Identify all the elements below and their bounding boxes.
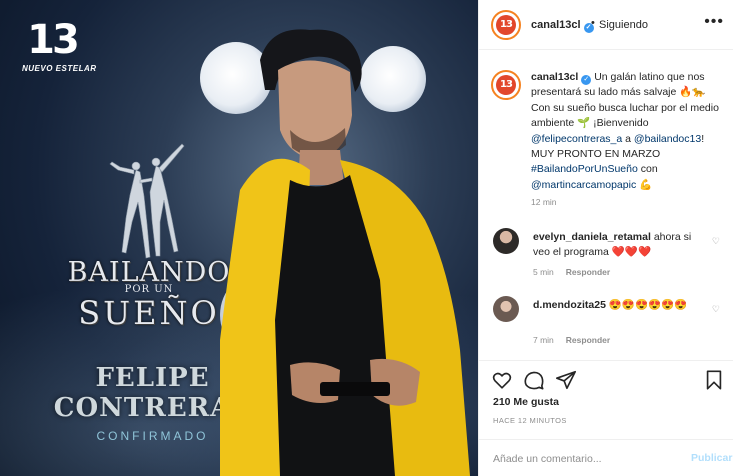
channel-logo: 13 NUEVO ESTELAR xyxy=(22,17,97,73)
comment-username[interactable]: evelyn_daniela_retamal xyxy=(533,231,651,243)
reply-button[interactable]: Responder xyxy=(566,335,610,345)
mention-link[interactable]: @martincarcamopapic xyxy=(531,179,636,191)
comment-text: d.mendozita25 😍😍😍😍😍😍 xyxy=(533,298,708,313)
caption-body-2: a xyxy=(625,132,631,145)
comment-icon[interactable] xyxy=(523,369,545,391)
person-figure xyxy=(220,29,470,476)
mention-link[interactable]: @bailandoc13 xyxy=(634,133,701,145)
like-comment-icon[interactable]: ♡ xyxy=(712,304,720,315)
caption-text: canal13cl ✓ Un galán latino que nos prese… xyxy=(531,70,726,193)
hashtag-link[interactable]: #BailandoPorUnSueño xyxy=(531,163,638,175)
caption-time: 12 min xyxy=(531,197,557,207)
comment-text: evelyn_daniela_retamal ahora si veo el p… xyxy=(533,230,708,260)
comment-time: 5 min xyxy=(533,267,554,277)
avatar-text: 13 xyxy=(496,15,516,35)
reply-button[interactable]: Responder xyxy=(566,267,610,277)
header-username[interactable]: canal13cl ✓ xyxy=(531,19,594,33)
heart-icon[interactable] xyxy=(491,369,513,391)
publish-button[interactable]: Publicar xyxy=(691,452,732,464)
post-header: 13 canal13cl ✓ • Siguiendo ••• xyxy=(479,0,733,50)
add-comment-bar: Publicar xyxy=(479,439,733,476)
caption-username[interactable]: canal13cl xyxy=(531,71,578,83)
post-side-panel: 13 canal13cl ✓ • Siguiendo ••• 13 canal13… xyxy=(478,0,733,476)
like-comment-icon[interactable]: ♡ xyxy=(712,236,720,247)
post-actions: 210 Me gusta HACE 12 MINUTOS Publicar xyxy=(479,360,733,476)
ellipsis-icon[interactable]: ••• xyxy=(704,13,724,31)
commenter-avatar[interactable] xyxy=(493,296,519,322)
post-image[interactable]: 13 NUEVO ESTELAR BAILANDO POR UN SUEÑO F… xyxy=(0,0,478,476)
following-button[interactable]: Siguiendo xyxy=(599,19,648,31)
commenter-avatar[interactable] xyxy=(493,228,519,254)
caption-body-4: con xyxy=(640,163,658,176)
comment-meta: 5 min Responder xyxy=(533,267,610,277)
avatar-text: 13 xyxy=(496,75,516,95)
caption-body-5: 💪 xyxy=(639,178,653,191)
comment-body: 😍😍😍😍😍😍 xyxy=(608,299,688,311)
comment-input[interactable] xyxy=(493,450,663,468)
channel-avatar[interactable]: 13 xyxy=(491,10,521,40)
logo-subtitle: NUEVO ESTELAR xyxy=(22,64,97,73)
likes-count[interactable]: 210 Me gusta xyxy=(493,396,559,408)
comment-username[interactable]: d.mendozita25 xyxy=(533,299,606,311)
comment-time: 7 min xyxy=(533,335,554,345)
share-icon[interactable] xyxy=(555,369,577,391)
post-timestamp[interactable]: HACE 12 MINUTOS xyxy=(493,416,567,425)
username-link[interactable]: canal13cl xyxy=(531,19,581,31)
dancers-silhouette-icon xyxy=(109,143,185,259)
bookmark-icon[interactable] xyxy=(703,369,725,391)
comment-meta: 7 min Responder xyxy=(533,335,610,345)
logo-number: 13 xyxy=(27,17,80,63)
separator-dot: • xyxy=(591,17,595,29)
caption-avatar[interactable]: 13 xyxy=(491,70,521,100)
mention-link[interactable]: @felipecontreras_a xyxy=(531,133,622,145)
verified-badge-icon: ✓ xyxy=(581,75,592,85)
